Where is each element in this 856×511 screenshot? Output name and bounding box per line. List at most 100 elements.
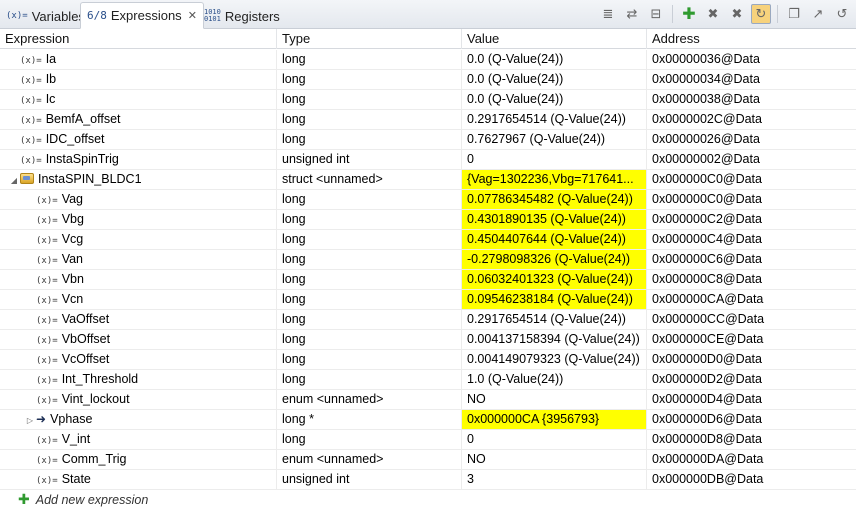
- variable-icon: (x)=: [36, 436, 58, 446]
- expression-name: VaOffset: [61, 312, 110, 326]
- table-row[interactable]: (x)= Comm_Trig enum <unnamed> NO 0x000000DA@…: [0, 450, 856, 470]
- expression-cell[interactable]: (x)= Vbg: [0, 210, 277, 229]
- table-row[interactable]: (x)= Ia long 0.0 (Q-Value(24)) 0x00000036@Da…: [0, 50, 856, 70]
- refresh-icon[interactable]: ↺: [832, 4, 852, 24]
- expression-cell[interactable]: (x)= V_int: [0, 430, 277, 449]
- expression-cell[interactable]: ▷ ➜ Vphase: [0, 410, 277, 429]
- table-row[interactable]: (x)= Vcg long 0.4504407644 (Q-Value(24)) 0x0…: [0, 230, 856, 250]
- table-row[interactable]: (x)= Vcn long 0.09546238184 (Q-Value(24)) 0x…: [0, 290, 856, 310]
- type-cell: long: [277, 290, 462, 309]
- table-row[interactable]: ▷ ➜ Vphase long * 0x000000CA {3956793} 0x0000…: [0, 410, 856, 430]
- expression-cell[interactable]: (x)= Ib: [0, 70, 277, 89]
- variable-icon: (x)=: [20, 76, 42, 86]
- value-cell[interactable]: 0: [462, 430, 647, 449]
- table-row[interactable]: (x)= VbOffset long 0.004137158394 (Q-Value(…: [0, 330, 856, 350]
- add-new-expression-label: Add new expression: [35, 493, 149, 507]
- table-row[interactable]: (x)= VaOffset long 0.2917654514 (Q-Value(24…: [0, 310, 856, 330]
- expression-cell[interactable]: (x)= Comm_Trig: [0, 450, 277, 469]
- value-cell[interactable]: NO: [462, 390, 647, 409]
- value-cell[interactable]: 0.4504407644 (Q-Value(24)): [462, 230, 647, 249]
- value-cell[interactable]: -0.2798098326 (Q-Value(24)): [462, 250, 647, 269]
- expression-cell[interactable]: (x)= Vcg: [0, 230, 277, 249]
- add-expression-row[interactable]: ✚ Add new expression: [0, 490, 856, 510]
- value-cell[interactable]: NO: [462, 450, 647, 469]
- expression-cell[interactable]: (x)= Ia: [0, 50, 277, 69]
- expression-cell[interactable]: (x)= BemfA_offset: [0, 110, 277, 129]
- remove-all-icon[interactable]: ✖: [727, 4, 747, 24]
- expression-cell[interactable]: (x)= IDC_offset: [0, 130, 277, 149]
- table-row[interactable]: (x)= InstaSpinTrig unsigned int 0 0x00000002…: [0, 150, 856, 170]
- continuous-refresh-icon[interactable]: ↻: [751, 4, 771, 24]
- expand-closed-icon[interactable]: ▷: [24, 411, 36, 429]
- value-cell[interactable]: 0.2917654514 (Q-Value(24)): [462, 110, 647, 129]
- column-header-expression[interactable]: Expression: [0, 29, 277, 49]
- table-row[interactable]: ◢ InstaSPIN_BLDC1 struct <unnamed> {Vag=130…: [0, 170, 856, 190]
- type-cell: long: [277, 110, 462, 129]
- variable-icon: (x)=: [36, 256, 58, 266]
- table-row[interactable]: (x)= Van long -0.2798098326 (Q-Value(24)) 0x…: [0, 250, 856, 270]
- value-cell[interactable]: 0.004137158394 (Q-Value(24)): [462, 330, 647, 349]
- table-row[interactable]: (x)= Vint_lockout enum <unnamed> NO 0x000000…: [0, 390, 856, 410]
- expression-cell[interactable]: (x)= VbOffset: [0, 330, 277, 349]
- expand-open-icon[interactable]: ◢: [8, 171, 20, 189]
- expression-cell[interactable]: (x)= VcOffset: [0, 350, 277, 369]
- add-expression-cell[interactable]: ✚ Add new expression: [0, 490, 277, 509]
- value-cell[interactable]: 0.2917654514 (Q-Value(24)): [462, 310, 647, 329]
- value-cell[interactable]: 3: [462, 470, 647, 489]
- collapse-all-icon[interactable]: ⊟: [646, 4, 666, 24]
- tab-variables[interactable]: (x)= Variables: [0, 3, 91, 29]
- tab-expressions[interactable]: 6/8 Expressions ✕: [80, 2, 204, 29]
- add-expression-icon[interactable]: ✚: [679, 4, 699, 24]
- remove-icon[interactable]: ✖: [703, 4, 723, 24]
- expression-cell[interactable]: (x)= Vcn: [0, 290, 277, 309]
- table-row[interactable]: (x)= Vbg long 0.4301890135 (Q-Value(24)) 0x0…: [0, 210, 856, 230]
- expression-cell[interactable]: (x)= Vint_lockout: [0, 390, 277, 409]
- variable-icon: (x)=: [20, 156, 42, 166]
- value-cell[interactable]: 0.07786345482 (Q-Value(24)): [462, 190, 647, 209]
- value-cell[interactable]: 0.0 (Q-Value(24)): [462, 50, 647, 69]
- value-cell[interactable]: 1.0 (Q-Value(24)): [462, 370, 647, 389]
- table-row[interactable]: (x)= IDC_offset long 0.7627967 (Q-Value(24)…: [0, 130, 856, 150]
- export-icon[interactable]: ↗: [808, 4, 828, 24]
- column-header-type[interactable]: Type: [277, 29, 462, 49]
- value-cell[interactable]: 0x000000CA {3956793}: [462, 410, 647, 429]
- column-header-address[interactable]: Address: [647, 29, 856, 49]
- table-row[interactable]: (x)= BemfA_offset long 0.2917654514 (Q-Valu…: [0, 110, 856, 130]
- table-row[interactable]: (x)= Ic long 0.0 (Q-Value(24)) 0x00000038@Da…: [0, 90, 856, 110]
- expression-cell[interactable]: ◢ InstaSPIN_BLDC1: [0, 170, 277, 189]
- expression-cell[interactable]: (x)= Int_Threshold: [0, 370, 277, 389]
- expression-cell[interactable]: (x)= Van: [0, 250, 277, 269]
- column-header-value[interactable]: Value: [462, 29, 647, 49]
- table-row[interactable]: (x)= State unsigned int 3 0x000000DB@Data: [0, 470, 856, 490]
- value-cell[interactable]: 0.4301890135 (Q-Value(24)): [462, 210, 647, 229]
- value-cell[interactable]: 0.004149079323 (Q-Value(24)): [462, 350, 647, 369]
- value-cell[interactable]: {Vag=1302236,Vbg=717641...: [462, 170, 647, 189]
- expression-cell[interactable]: (x)= Vag: [0, 190, 277, 209]
- expression-cell[interactable]: (x)= Ic: [0, 90, 277, 109]
- table-row[interactable]: (x)= Ib long 0.0 (Q-Value(24)) 0x00000034@Da…: [0, 70, 856, 90]
- tab-registers[interactable]: 1010 0101 Registers: [198, 3, 286, 29]
- value-cell[interactable]: 0.0 (Q-Value(24)): [462, 90, 647, 109]
- close-icon[interactable]: ✕: [188, 9, 197, 22]
- value-cell[interactable]: 0.7627967 (Q-Value(24)): [462, 130, 647, 149]
- expression-cell[interactable]: (x)= State: [0, 470, 277, 489]
- table-row[interactable]: (x)= Vbn long 0.06032401323 (Q-Value(24)) 0x…: [0, 270, 856, 290]
- select-all-icon[interactable]: ⇄: [622, 4, 642, 24]
- value-cell[interactable]: 0: [462, 150, 647, 169]
- value-cell[interactable]: 0.06032401323 (Q-Value(24)): [462, 270, 647, 289]
- address-cell: 0x0000002C@Data: [652, 112, 762, 126]
- expression-cell[interactable]: (x)= Vbn: [0, 270, 277, 289]
- variable-icon: (x)=: [6, 10, 28, 21]
- expression-cell[interactable]: (x)= VaOffset: [0, 310, 277, 329]
- table-row[interactable]: (x)= V_int long 0 0x000000D8@Data: [0, 430, 856, 450]
- show-type-names-icon[interactable]: ≣: [598, 4, 618, 24]
- table-row[interactable]: (x)= Int_Threshold long 1.0 (Q-Value(24)) 0x…: [0, 370, 856, 390]
- expression-name: Vcn: [61, 292, 84, 306]
- table-row[interactable]: (x)= Vag long 0.07786345482 (Q-Value(24)) 0x…: [0, 190, 856, 210]
- new-window-icon[interactable]: ❐: [784, 4, 804, 24]
- value-cell[interactable]: 0.0 (Q-Value(24)): [462, 70, 647, 89]
- table-row[interactable]: (x)= VcOffset long 0.004149079323 (Q-Value(…: [0, 350, 856, 370]
- expression-cell[interactable]: (x)= InstaSpinTrig: [0, 150, 277, 169]
- value-cell[interactable]: 0.09546238184 (Q-Value(24)): [462, 290, 647, 309]
- variable-icon: (x)=: [36, 276, 58, 286]
